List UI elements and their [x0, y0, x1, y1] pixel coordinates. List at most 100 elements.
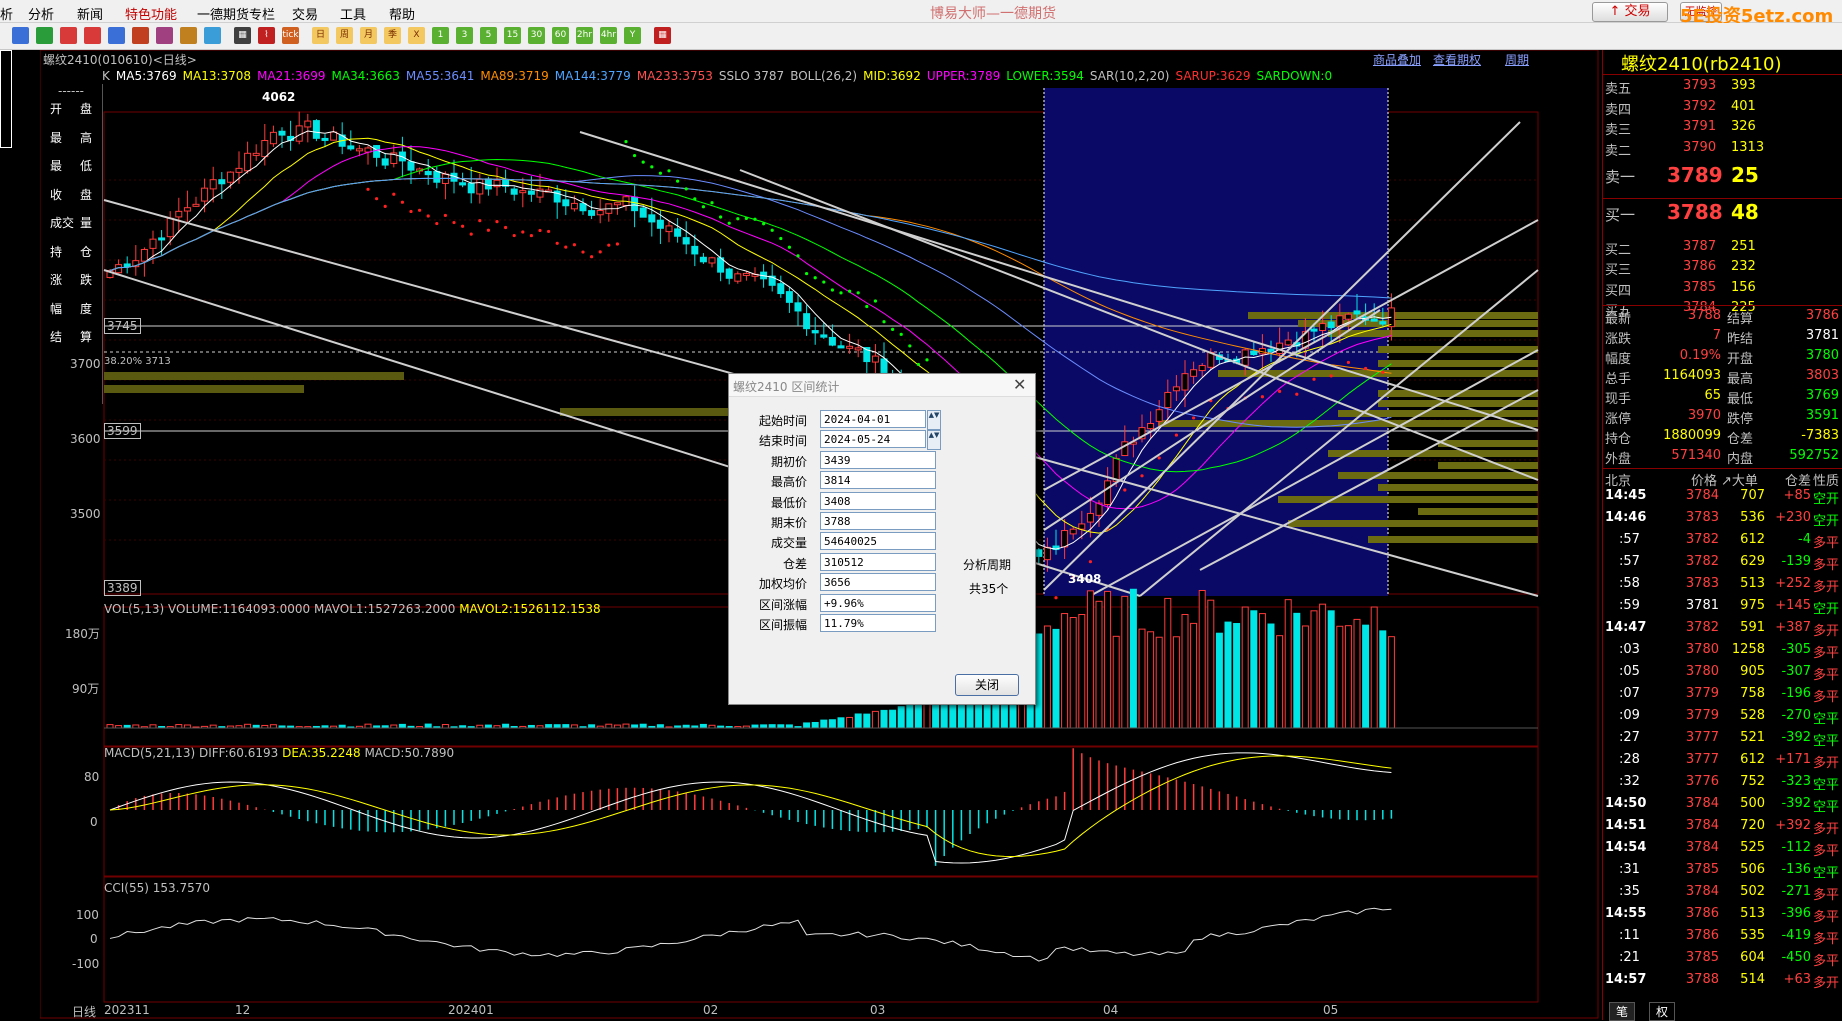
info-label-a: 涨 — [50, 273, 63, 287]
macd-bars — [117, 748, 1393, 866]
close-button[interactable]: 关闭 — [955, 674, 1019, 696]
calc-icon[interactable]: ▦ — [654, 27, 671, 44]
k-indicator-item: UPPER:3789 — [926, 69, 1001, 83]
tick-oi-change: -136 — [1781, 862, 1811, 877]
search-icon[interactable] — [108, 27, 125, 44]
k-indicator-item: MA55:3641 — [405, 69, 475, 83]
tick-volume: 758 — [1740, 686, 1765, 701]
month-icon[interactable]: 月 — [360, 27, 377, 44]
volume-bar — [106, 724, 114, 729]
close-icon[interactable]: ✕ — [1013, 375, 1026, 394]
dialog-field-input[interactable]: 54640025 — [820, 532, 936, 551]
sar-dot — [805, 271, 809, 276]
dialog-field-input[interactable]: 3656 — [820, 573, 936, 592]
menu-analysis[interactable]: 分析 — [28, 4, 54, 23]
chart-icon[interactable]: ⌇ — [258, 27, 275, 44]
y-icon[interactable]: Y — [624, 27, 641, 44]
menu-help[interactable]: 帮助 — [389, 4, 415, 23]
link-options[interactable]: 查看期权 — [1433, 51, 1481, 68]
x-label-202311: 202311 — [104, 1003, 150, 1017]
date-spinner-icon[interactable]: ▲▼ — [927, 410, 941, 430]
sar-dot — [435, 221, 439, 226]
stat-label: 开盘 — [1727, 352, 1754, 367]
60min-icon[interactable]: 60 — [552, 27, 569, 44]
ask-price[interactable]: 3792 — [1683, 99, 1716, 114]
bid-price[interactable]: 3788 — [1667, 200, 1723, 224]
menu-yide-column[interactable]: 一德期货专栏 — [197, 4, 275, 23]
4hr-icon[interactable]: 4hr — [600, 27, 617, 44]
week-icon[interactable]: 周 — [336, 27, 353, 44]
vol-value: VOLUME:1164093.0000 — [168, 602, 311, 616]
quote-title: 螺纹2410(rb2410) — [1621, 54, 1782, 75]
year-icon[interactable]: X — [408, 27, 425, 44]
tick-header-cell: 性质 — [1813, 474, 1840, 489]
menu-features[interactable]: 特色功能 — [125, 4, 177, 23]
candle-body — [1198, 365, 1206, 372]
tick-icon[interactable]: tick — [282, 27, 299, 44]
side-tab[interactable] — [0, 50, 12, 148]
date-spinner-icon[interactable]: ▲▼ — [927, 430, 941, 451]
dialog-field-input[interactable]: 3814 — [820, 471, 936, 490]
tick-oi-change: -392 — [1781, 730, 1811, 745]
menu-trade[interactable]: 交易 — [292, 4, 318, 23]
bid-price[interactable]: 3787 — [1683, 239, 1716, 254]
new-icon[interactable] — [204, 27, 221, 44]
1min-icon[interactable]: 1 — [432, 27, 449, 44]
day-icon[interactable]: 日 — [312, 27, 329, 44]
dialog-field-input[interactable]: 310512 — [820, 552, 936, 571]
bid-price[interactable]: 3786 — [1683, 259, 1716, 274]
menu-tools[interactable]: 工具 — [340, 4, 366, 23]
link-period[interactable]: 周期 — [1505, 51, 1529, 68]
info-label-b: 量 — [80, 216, 93, 230]
refresh-icon[interactable] — [36, 27, 53, 44]
dialog-field-input[interactable]: 3439 — [820, 450, 936, 469]
2hr-icon[interactable]: 2hr — [576, 27, 593, 44]
tick-time: 14:50 — [1605, 796, 1647, 811]
tick-volume: 536 — [1740, 510, 1765, 525]
tick-volume: 604 — [1740, 950, 1765, 965]
volume-bar — [175, 724, 183, 729]
candle-body — [183, 207, 191, 212]
macd-header: MACD(5,21,13) DIFF:60.6193 DEA:35.2248 M… — [104, 746, 454, 760]
tick-price: 3784 — [1685, 488, 1719, 503]
eraser-icon[interactable] — [156, 27, 173, 44]
link-overlay[interactable]: 商品叠加 — [1373, 51, 1421, 68]
30min-icon[interactable]: 30 — [528, 27, 545, 44]
menu-item-stub[interactable]: 析 — [0, 4, 13, 23]
15min-icon[interactable]: 15 — [504, 27, 521, 44]
dialog-field-input[interactable]: 3788 — [820, 512, 936, 530]
filter-icon[interactable] — [180, 27, 197, 44]
ask-price[interactable]: 3793 — [1683, 78, 1716, 93]
season-icon[interactable]: 季 — [384, 27, 401, 44]
tab-ticks[interactable]: 笔 — [1609, 1002, 1636, 1021]
ask-price[interactable]: 3789 — [1667, 163, 1723, 187]
k-indicator-item: K — [102, 69, 110, 83]
dialog-field-input[interactable]: 11.79% — [820, 614, 936, 632]
bid-volume: 156 — [1731, 279, 1756, 295]
tick-time: :11 — [1619, 928, 1640, 943]
table-icon[interactable]: ▦ — [234, 27, 251, 44]
zoom-out-icon[interactable] — [84, 27, 101, 44]
bid-price[interactable]: 3785 — [1683, 280, 1716, 295]
ask-price[interactable]: 3790 — [1683, 140, 1716, 155]
sar-dot — [1364, 366, 1368, 371]
dialog-field-input[interactable]: +9.96% — [820, 593, 936, 612]
dialog-field-input[interactable]: 3408 — [820, 491, 936, 510]
trade-button[interactable]: ↑ 交易 — [1592, 2, 1668, 22]
3min-icon[interactable]: 3 — [456, 27, 473, 44]
tab-rights[interactable]: 权 — [1649, 1002, 1676, 1021]
ask-label: 卖四 — [1605, 102, 1632, 118]
dialog-field-input[interactable]: 2024-05-24 — [820, 430, 926, 449]
zoom-in-icon[interactable] — [60, 27, 77, 44]
dialog-titlebar[interactable]: 螺纹2410 区间统计 ✕ — [729, 374, 1035, 397]
5min-icon[interactable]: 5 — [480, 27, 497, 44]
dialog-field-input[interactable]: 2024-04-01 — [820, 410, 926, 428]
ask-price[interactable]: 3791 — [1683, 119, 1716, 134]
menu-news[interactable]: 新闻 — [77, 4, 103, 23]
tick-price: 3783 — [1685, 510, 1719, 525]
sar-dot — [822, 280, 826, 284]
pen-icon[interactable] — [132, 27, 149, 44]
sar-dot — [478, 219, 482, 223]
window-icon[interactable] — [12, 27, 29, 44]
candle-body — [820, 334, 828, 338]
